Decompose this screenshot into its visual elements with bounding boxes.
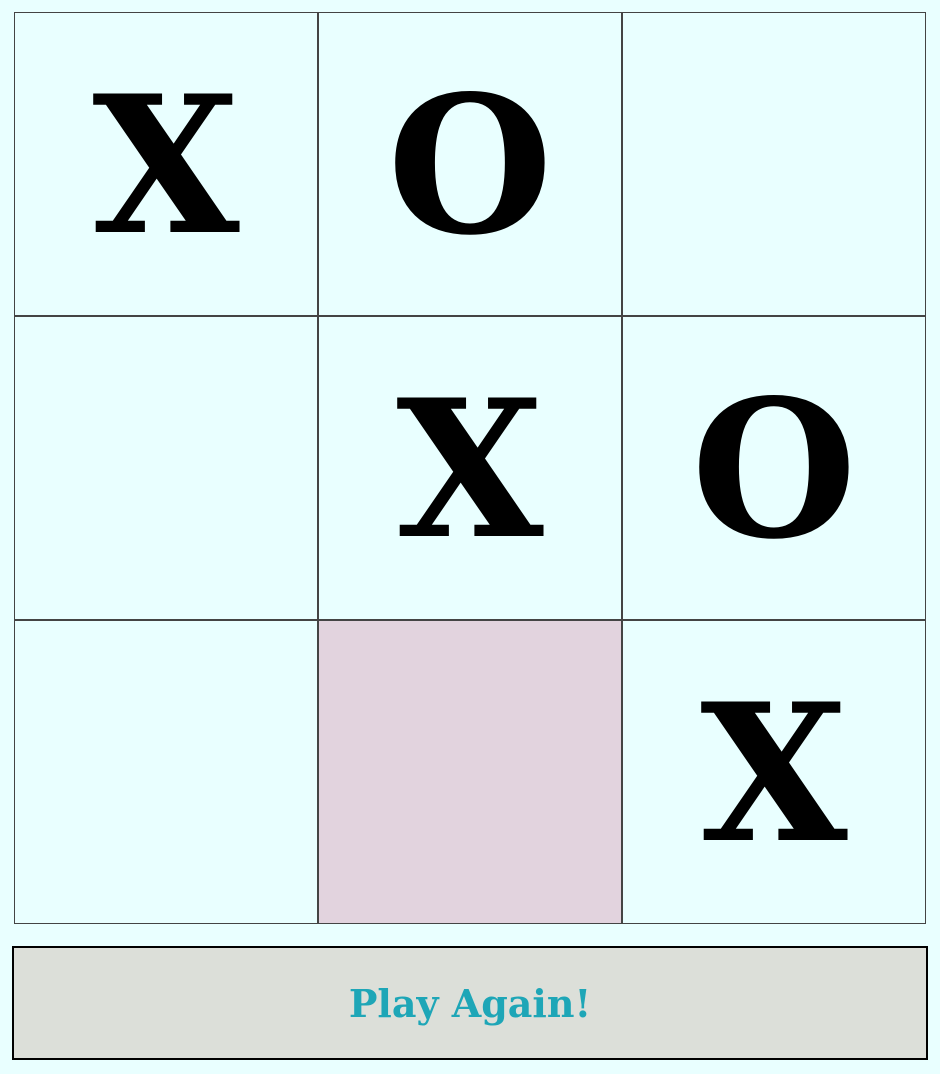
board-cell-7[interactable] (14, 620, 318, 924)
board-cell-8[interactable] (318, 620, 622, 924)
play-again-button[interactable]: Play Again! (12, 946, 928, 1060)
board-cell-5[interactable]: X (318, 316, 622, 620)
board-cell-3[interactable] (622, 12, 926, 316)
cell-mark: O (691, 358, 857, 581)
cell-mark: O (387, 54, 553, 277)
board-cell-2[interactable]: O (318, 12, 622, 316)
board-cell-4[interactable] (14, 316, 318, 620)
board-cell-9[interactable]: X (622, 620, 926, 924)
board-cell-6[interactable]: O (622, 316, 926, 620)
tic-tac-toe-board: X O X O X (14, 12, 926, 924)
cell-mark: X (396, 358, 544, 581)
board-cell-1[interactable]: X (14, 12, 318, 316)
cell-mark: X (700, 662, 848, 885)
play-again-label: Play Again! (348, 980, 592, 1026)
cell-mark: X (92, 54, 240, 277)
